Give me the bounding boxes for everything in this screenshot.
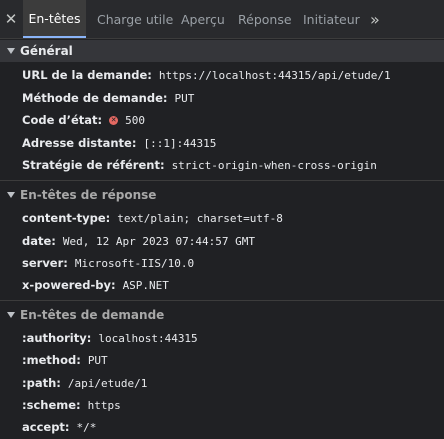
tab-preview[interactable]: Aperçu (181, 0, 225, 38)
response-header-row: content-type: text/plain; charset=utf-8 (22, 208, 283, 228)
header-key: server: (22, 256, 68, 270)
general-key: Stratégie de référent: (22, 158, 165, 172)
header-key: content-type: (22, 211, 111, 225)
section-divider (0, 300, 444, 301)
header-key: accept: (22, 420, 70, 434)
general-value[interactable]: [::1]:44315 (143, 137, 216, 150)
tab-response[interactable]: Réponse (238, 0, 292, 38)
response-header-row: date: Wed, 12 Apr 2023 07:44:57 GMT (22, 231, 255, 251)
expand-triangle-icon (7, 192, 15, 198)
header-value[interactable]: PUT (88, 354, 108, 367)
section-request-headers-header[interactable]: En-têtes de demande (0, 304, 444, 326)
details-tab-bar: ✕ En-têtes Charge utile Aperçu Réponse I… (0, 0, 444, 39)
expand-triangle-icon (7, 312, 15, 318)
header-value[interactable]: */* (77, 421, 97, 434)
request-header-row: accept: */* (22, 417, 96, 437)
request-header-row: :path: /api/etude/1 (22, 373, 147, 393)
tab-initiator[interactable]: Initiateur (303, 0, 360, 38)
header-key: :authority: (22, 331, 92, 345)
header-key: date: (22, 234, 56, 248)
general-row-remote-address: Adresse distante: [::1]:44315 (22, 133, 216, 153)
header-value[interactable]: ASP.NET (123, 279, 169, 292)
general-value[interactable]: https://localhost:44315/api/etude/1 (159, 69, 391, 82)
tab-payload[interactable]: Charge utile (97, 0, 173, 38)
header-key: :scheme: (22, 398, 81, 412)
general-key: URL de la demande: (22, 68, 152, 82)
request-header-row: :authority: localhost:44315 (22, 328, 198, 348)
general-key: Adresse distante: (22, 136, 137, 150)
header-value[interactable]: Microsoft-IIS/10.0 (75, 257, 194, 270)
tab-headers[interactable]: En-têtes (23, 0, 86, 38)
header-key: x-powered-by: (22, 278, 116, 292)
header-key: :method: (22, 353, 81, 367)
section-response-headers-header[interactable]: En-têtes de réponse (0, 184, 444, 206)
section-general-header[interactable]: Général (0, 40, 444, 62)
section-general-title: Général (20, 44, 73, 58)
general-row-referrer-policy: Stratégie de référent: strict-origin-whe… (22, 155, 377, 175)
general-row-status: Code d’état: ✕ 500 (22, 110, 145, 130)
general-row-method: Méthode de demande: PUT (22, 88, 194, 108)
close-icon[interactable]: ✕ (0, 0, 22, 38)
general-key: Code d’état: (22, 113, 103, 127)
section-divider (0, 180, 444, 181)
general-value[interactable]: strict-origin-when-cross-origin (172, 159, 377, 172)
header-value[interactable]: localhost:44315 (98, 332, 197, 345)
request-header-row: :scheme: https (22, 395, 121, 415)
more-tabs-chevron-icon[interactable]: » (370, 0, 380, 38)
header-value[interactable]: /api/etude/1 (68, 377, 147, 390)
response-header-row: x-powered-by: ASP.NET (22, 275, 169, 295)
section-response-headers-title: En-têtes de réponse (20, 188, 157, 202)
header-value[interactable]: https (88, 399, 121, 412)
error-icon: ✕ (109, 115, 119, 125)
expand-triangle-icon (7, 48, 15, 54)
general-value[interactable]: PUT (175, 92, 195, 105)
header-value[interactable]: Wed, 12 Apr 2023 07:44:57 GMT (63, 235, 255, 248)
general-key: Méthode de demande: (22, 91, 168, 105)
request-header-row: :method: PUT (22, 350, 108, 370)
general-row-url: URL de la demande: https://localhost:443… (22, 65, 391, 85)
response-header-row: server: Microsoft-IIS/10.0 (22, 253, 194, 273)
section-request-headers-title: En-têtes de demande (20, 308, 165, 322)
header-key: :path: (22, 376, 61, 390)
header-value[interactable]: text/plain; charset=utf-8 (117, 212, 283, 225)
general-value[interactable]: 500 (125, 114, 145, 127)
